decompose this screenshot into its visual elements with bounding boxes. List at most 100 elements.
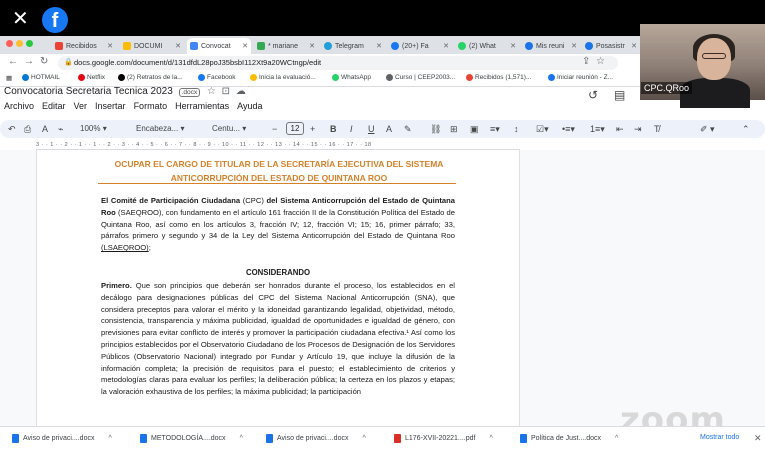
decrease-font-size-button[interactable]: − (272, 122, 277, 136)
insert-image-icon[interactable]: ▣ (470, 122, 479, 136)
document-title[interactable]: Convocatoria Secretaria Tecnica 2023 .do… (4, 86, 246, 97)
menu-insertar[interactable]: Insertar (95, 101, 126, 111)
tab-documi[interactable]: DOCUMI ✕ (120, 38, 184, 54)
bookmark-whatsapp[interactable]: WhatsApp (332, 74, 371, 81)
download-item[interactable]: Política de Just....docx ^ (520, 430, 618, 446)
line-spacing-icon[interactable]: ↕ (514, 122, 519, 136)
paragraph-intro[interactable]: El Comité de Participación Ciudadana (CP… (101, 195, 455, 254)
tab-telegram[interactable]: Telegram ✕ (321, 38, 385, 54)
menu-editar[interactable]: Editar (42, 101, 66, 111)
cloud-status-icon[interactable]: ☁ (236, 86, 246, 97)
insert-comment-icon[interactable]: ⊞ (450, 122, 458, 136)
chevron-up-icon[interactable]: ^ (240, 435, 243, 442)
paint-format-icon[interactable]: ⌁ (58, 122, 63, 136)
download-item[interactable]: L176-XVII-20221....pdf ^ (394, 430, 493, 446)
close-downloads-icon[interactable]: ✕ (754, 430, 762, 446)
window-close-icon[interactable] (6, 40, 13, 47)
font-select[interactable]: Centu... ▾ (212, 122, 246, 136)
style-select[interactable]: Encabeza... ▾ (136, 122, 185, 136)
zoom-select[interactable]: 100% ▾ (80, 122, 107, 136)
star-icon[interactable]: ☆ (207, 86, 216, 97)
tab-facebook[interactable]: (20+) Fa ✕ (388, 38, 452, 54)
bold-icon[interactable]: B (330, 122, 337, 136)
undo-icon[interactable]: ↶ (8, 122, 16, 136)
bookmark-netflix[interactable]: Netflix (78, 74, 105, 81)
share-icon[interactable]: ⇪ (582, 56, 590, 68)
tab-close-icon[interactable]: ✕ (107, 42, 113, 50)
menu-herramientas[interactable]: Herramientas (175, 101, 229, 111)
tab-close-icon[interactable]: ✕ (376, 42, 382, 50)
back-icon[interactable]: ← (8, 56, 18, 68)
bookmark-evaluacion[interactable]: Inicia la evaluació... (250, 74, 316, 81)
highlight-icon[interactable]: ✎ (404, 122, 412, 136)
menu-ver[interactable]: Ver (74, 101, 88, 111)
tab-close-icon[interactable]: ✕ (443, 42, 449, 50)
link-icon[interactable]: ⛓ (430, 122, 441, 136)
chevron-up-icon[interactable]: ^ (362, 435, 365, 442)
bookmark-retratos[interactable]: (2) Retratos de la... (118, 74, 183, 81)
bookmark-facebook[interactable]: Facebook (198, 74, 236, 81)
bulleted-list-icon[interactable]: •≡▾ (562, 122, 575, 136)
facebook-icon[interactable]: f (42, 7, 68, 33)
tab-reuniones[interactable]: Mis reuni ✕ (522, 38, 580, 54)
tab-posasistir[interactable]: Posasistr ✕ (582, 38, 640, 54)
bookmark-hotmail[interactable]: HOTMAIL (22, 74, 60, 81)
bookmark-recibidos[interactable]: Recibidos (1,571)... (466, 74, 531, 81)
menu-ayuda[interactable]: Ayuda (237, 101, 262, 111)
tab-close-icon[interactable]: ✕ (510, 42, 516, 50)
bookmark-curso[interactable]: Curso | CEEP2003... (386, 74, 455, 81)
menu-formato[interactable]: Formato (134, 101, 168, 111)
tab-close-icon[interactable]: ✕ (571, 42, 577, 50)
paragraph-primero[interactable]: Primero. Que son principios que deberán … (101, 280, 455, 398)
clear-format-icon[interactable]: T̸ (654, 122, 660, 136)
checklist-icon[interactable]: ☑▾ (536, 122, 549, 136)
url-bar[interactable]: docs.google.com/document/d/131dfdL28poJ3… (58, 56, 618, 70)
tab-mariane[interactable]: * mariane ✕ (254, 38, 318, 54)
numbered-list-icon[interactable]: 1≡▾ (590, 122, 605, 136)
move-folder-icon[interactable]: ⊡ (222, 86, 230, 97)
increase-indent-icon[interactable]: ⇥ (634, 122, 642, 136)
spellcheck-icon[interactable]: A (42, 122, 48, 136)
bookmark-zoom[interactable]: Iniciar reunión - Z... (548, 74, 613, 81)
reload-icon[interactable]: ↻ (40, 56, 48, 68)
chevron-up-icon[interactable]: ^ (489, 435, 492, 442)
chevron-up-icon[interactable]: ^ (108, 435, 111, 442)
tab-recibidos[interactable]: Recibidos ✕ (52, 38, 116, 54)
window-minimize-icon[interactable] (16, 40, 23, 47)
forward-icon[interactable]: → (24, 56, 34, 68)
comments-icon[interactable]: ▤ (614, 88, 625, 102)
collapse-toolbar-icon[interactable]: ⌃ (742, 122, 750, 136)
chevron-up-icon[interactable]: ^ (615, 435, 618, 442)
bookmark-star-icon[interactable]: ☆ (596, 56, 605, 68)
window-maximize-icon[interactable] (26, 40, 33, 47)
docx-file-icon (12, 433, 19, 443)
close-icon[interactable]: ✕ (12, 8, 29, 28)
menu-archivo[interactable]: Archivo (4, 101, 34, 111)
italic-icon[interactable]: I (350, 122, 353, 136)
history-icon[interactable]: ↺ (588, 88, 598, 102)
download-item[interactable]: Aviso de privaci....docx ^ (266, 430, 366, 446)
underline-icon[interactable]: U (368, 122, 375, 136)
tab-close-icon[interactable]: ✕ (175, 42, 181, 50)
editing-mode-icon[interactable]: ✐ ▾ (700, 122, 715, 136)
docs-icon (257, 42, 265, 50)
zoom-icon (585, 42, 593, 50)
decrease-indent-icon[interactable]: ⇤ (616, 122, 624, 136)
download-item[interactable]: Aviso de privaci....docx ^ (12, 430, 112, 446)
increase-font-size-button[interactable]: + (310, 122, 315, 136)
show-all-downloads-button[interactable]: Mostrar todo (700, 430, 739, 446)
align-icon[interactable]: ≡▾ (490, 122, 500, 136)
download-item[interactable]: METODOLOGÍA....docx ^ (140, 430, 243, 446)
text-color-icon[interactable]: A (386, 122, 392, 136)
tab-whatsapp[interactable]: (2) What ✕ (455, 38, 519, 54)
tab-close-icon[interactable]: ✕ (631, 42, 637, 50)
tab-convocatoria[interactable]: Convocat ✕ (187, 38, 251, 54)
apps-icon[interactable]: ▦ (6, 74, 12, 82)
font-size-input[interactable]: 12 (286, 122, 304, 135)
lock-icon[interactable]: 🔒 (64, 58, 73, 66)
document-heading: OCUPAR EL CARGO DE TITULAR DE LA SECRETA… (114, 159, 444, 183)
tab-close-icon[interactable]: ✕ (242, 42, 248, 50)
tab-close-icon[interactable]: ✕ (309, 42, 315, 50)
print-icon[interactable]: ⎙ (24, 122, 31, 136)
ruler[interactable]: 3 · · 1 · · 2 · · 1 · · 1 · · 2 · · 3 · … (36, 140, 520, 150)
